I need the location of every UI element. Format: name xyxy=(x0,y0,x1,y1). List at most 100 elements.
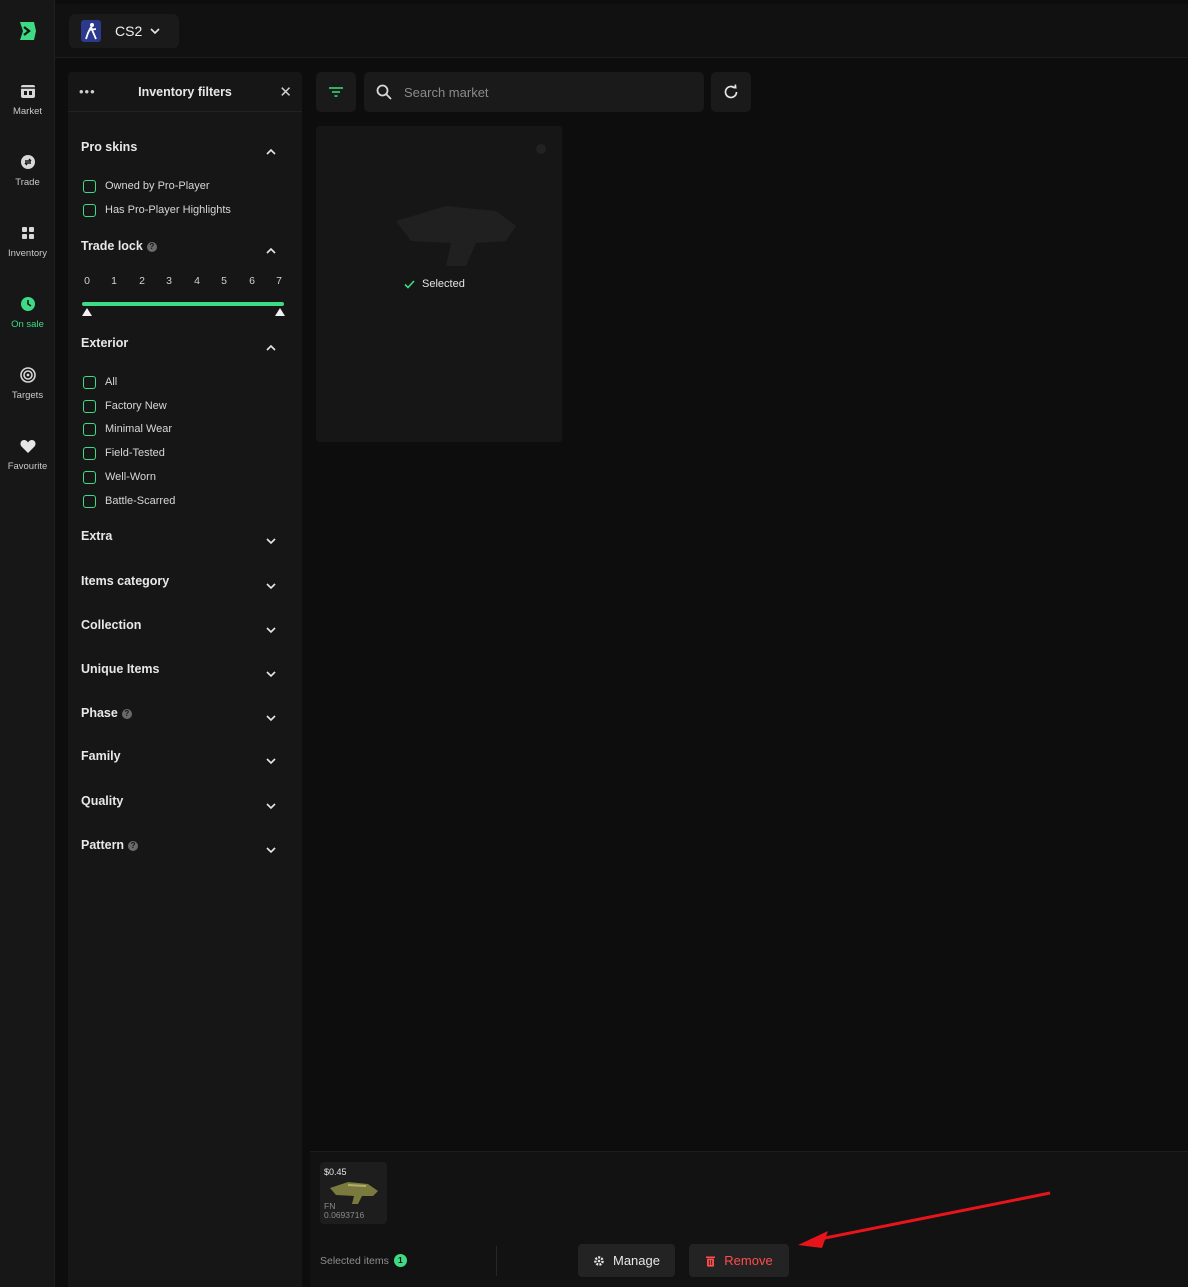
chevron-up-icon[interactable] xyxy=(265,146,277,158)
section-unique-items[interactable]: Unique Items xyxy=(81,662,160,676)
checkbox-box[interactable] xyxy=(83,203,96,217)
remove-button[interactable]: Remove xyxy=(689,1244,789,1277)
section-collection[interactable]: Collection xyxy=(81,618,141,632)
section-items-category[interactable]: Items category xyxy=(81,574,169,588)
section-label: Trade lock xyxy=(81,239,143,253)
section-label: Phase xyxy=(81,706,118,720)
market-icon xyxy=(19,82,37,100)
heart-icon xyxy=(19,437,37,455)
selected-items-text: Selected items xyxy=(320,1254,389,1267)
nav-item-inventory[interactable]: Inventory xyxy=(0,224,55,284)
tick-label: 2 xyxy=(139,275,145,287)
checkbox-box[interactable] xyxy=(83,375,96,389)
search-icon xyxy=(376,84,392,100)
trade-icon xyxy=(19,153,37,171)
tick-label: 5 xyxy=(221,275,227,287)
section-pro-skins[interactable]: Pro skins xyxy=(81,140,137,154)
chevron-down-icon[interactable] xyxy=(265,800,277,812)
checkbox-box[interactable] xyxy=(83,422,96,436)
refresh-icon xyxy=(724,84,738,99)
filters-header: ••• Inventory filters ✕ xyxy=(68,72,302,112)
nav-item-targets[interactable]: Targets xyxy=(0,366,55,426)
checkbox-owned-by-pro-player[interactable]: Owned by Pro-Player xyxy=(83,179,210,193)
slider-min-handle[interactable] xyxy=(82,308,92,316)
item-info-icon xyxy=(536,144,546,154)
refresh-button[interactable] xyxy=(711,72,751,112)
targets-icon xyxy=(19,366,37,384)
nav-item-market[interactable]: Market xyxy=(0,82,55,142)
chevron-up-icon[interactable] xyxy=(265,342,277,354)
checkbox-label: Owned by Pro-Player xyxy=(105,180,210,192)
tick-label: 7 xyxy=(276,275,282,287)
chevron-down-icon[interactable] xyxy=(265,535,277,547)
checkbox-field-tested[interactable]: Field-Tested xyxy=(83,446,165,460)
section-phase[interactable]: Phase? xyxy=(81,706,132,720)
checkbox-well-worn[interactable]: Well-Worn xyxy=(83,470,156,484)
manage-button[interactable]: Manage xyxy=(578,1244,675,1277)
logo-icon[interactable] xyxy=(16,20,38,42)
section-trade-lock[interactable]: Trade lock? xyxy=(81,239,157,253)
help-icon[interactable]: ? xyxy=(128,841,139,851)
nav-item-trade[interactable]: Trade xyxy=(0,153,55,213)
section-family[interactable]: Family xyxy=(81,749,121,763)
selection-bar: $0.45 FN 0.0693716 Selected items 1 Manag… xyxy=(310,1151,1188,1287)
nav-item-on-sale[interactable]: On sale xyxy=(0,295,55,355)
selected-item-thumbnail[interactable]: $0.45 FN 0.0693716 xyxy=(320,1162,387,1224)
checkmark-icon xyxy=(404,279,415,289)
manage-label: Manage xyxy=(613,1253,660,1268)
item-card[interactable]: Selected xyxy=(316,126,562,442)
remove-label: Remove xyxy=(724,1253,773,1268)
nav-label: On sale xyxy=(11,319,44,330)
tick-label: 0 xyxy=(84,275,90,287)
section-quality[interactable]: Quality xyxy=(81,794,123,808)
close-icon[interactable]: ✕ xyxy=(279,83,292,101)
chevron-down-icon[interactable] xyxy=(265,712,277,724)
tick-label: 4 xyxy=(194,275,200,287)
chevron-down-icon[interactable] xyxy=(265,624,277,636)
checkbox-box[interactable] xyxy=(83,446,96,460)
nav-item-favourite[interactable]: Favourite xyxy=(0,437,55,497)
tick-label: 1 xyxy=(111,275,117,287)
cs2-game-icon xyxy=(81,20,101,42)
help-icon[interactable]: ? xyxy=(121,709,132,719)
section-pattern[interactable]: Pattern? xyxy=(81,838,139,852)
chevron-down-icon[interactable] xyxy=(265,580,277,592)
filter-toggle-button[interactable] xyxy=(316,72,356,112)
chevron-down-icon[interactable] xyxy=(265,844,277,856)
nav-label: Trade xyxy=(15,177,40,188)
trade-lock-slider-track[interactable] xyxy=(82,302,284,306)
checkbox-minimal-wear[interactable]: Minimal Wear xyxy=(83,422,172,436)
checkbox-pro-player-highlights[interactable]: Has Pro-Player Highlights xyxy=(83,203,231,217)
checkbox-factory-new[interactable]: Factory New xyxy=(83,399,167,413)
checkbox-label: Battle-Scarred xyxy=(105,495,176,507)
top-bar: CS2 xyxy=(55,4,1188,58)
checkbox-box[interactable] xyxy=(83,179,96,193)
search-input[interactable] xyxy=(404,72,694,112)
chevron-down-icon[interactable] xyxy=(265,755,277,767)
checkbox-label: Factory New xyxy=(105,400,167,412)
section-exterior[interactable]: Exterior xyxy=(81,336,128,350)
checkbox-label: All xyxy=(105,376,118,388)
checkbox-box[interactable] xyxy=(83,494,96,508)
gear-icon xyxy=(594,1255,604,1266)
nav-label: Targets xyxy=(11,390,44,401)
checkbox-label: Minimal Wear xyxy=(105,423,173,435)
game-name: CS2 xyxy=(115,23,143,39)
slider-max-handle[interactable] xyxy=(275,308,285,316)
section-label: Pattern xyxy=(81,838,125,852)
help-icon[interactable]: ? xyxy=(146,242,157,252)
checkbox-battle-scarred[interactable]: Battle-Scarred xyxy=(83,494,175,508)
checkbox-exterior-all[interactable]: All xyxy=(83,375,117,389)
chevron-down-icon[interactable] xyxy=(265,668,277,680)
checkbox-label: Field-Tested xyxy=(105,447,165,459)
search-bar xyxy=(364,72,704,112)
checkbox-box[interactable] xyxy=(83,470,96,484)
checkbox-box[interactable] xyxy=(83,399,96,413)
section-extra[interactable]: Extra xyxy=(81,529,112,543)
nav-label: Favourite xyxy=(7,461,48,472)
game-selector[interactable]: CS2 xyxy=(69,14,179,48)
checkbox-label: Well-Worn xyxy=(105,471,156,483)
chevron-up-icon[interactable] xyxy=(265,245,277,257)
nav-label: Market xyxy=(12,106,43,117)
inventory-filters-panel: ••• Inventory filters ✕ Pro skins Owned … xyxy=(68,72,302,1287)
